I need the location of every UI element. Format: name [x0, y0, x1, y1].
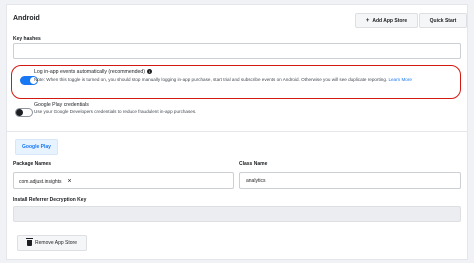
- info-icon[interactable]: i: [147, 69, 153, 75]
- class-name-label: Class Name: [239, 161, 268, 167]
- key-hashes-label: Key hashes: [13, 36, 41, 42]
- tab-google-play[interactable]: Google Play: [15, 139, 58, 155]
- trash-icon: [26, 238, 34, 246]
- quick-start-label: Quick Start: [429, 17, 457, 24]
- package-name-text: com.adjust.insights: [19, 178, 62, 185]
- remove-app-store-label: Remove App Store: [35, 240, 77, 246]
- key-hashes-input[interactable]: [13, 43, 461, 59]
- plus-icon: +: [365, 17, 370, 24]
- package-names-label: Package Names: [13, 161, 52, 167]
- decryption-key-label: Install Referrer Decryption Key: [13, 197, 87, 203]
- add-app-store-label: Add App Store: [372, 17, 408, 24]
- auto-log-events-title-text: Log in-app events automatically (recomme…: [34, 69, 146, 75]
- quick-start-button[interactable]: Quick Start: [419, 13, 467, 28]
- add-app-store-button[interactable]: + Add App Store: [355, 13, 418, 28]
- close-icon[interactable]: ×: [68, 178, 72, 185]
- auto-log-events-description: Note: When this toggle is turned on, you…: [34, 77, 458, 83]
- auto-log-events-title: Log in-app events automatically (recomme…: [34, 69, 153, 75]
- google-play-credentials-toggle[interactable]: [15, 108, 33, 117]
- panel-header: Android + Add App Store Quick Start: [7, 5, 467, 33]
- google-play-credentials-description: Use your Google Developers credentials t…: [34, 109, 197, 114]
- package-names-input[interactable]: com.adjust.insights ×: [13, 172, 234, 189]
- toggle-knob: [16, 109, 23, 116]
- class-name-value: analytics: [246, 178, 266, 184]
- android-settings-panel: Android + Add App Store Quick Start Key …: [6, 4, 468, 260]
- google-play-credentials-title: Google Play credentials: [34, 102, 89, 108]
- platform-title: Android: [13, 15, 40, 22]
- package-name-token: com.adjust.insights ×: [19, 177, 72, 186]
- decryption-key-input[interactable]: [13, 206, 461, 222]
- class-name-input[interactable]: analytics: [239, 172, 461, 189]
- auto-log-events-description-text: Note: When this toggle is turned on, you…: [34, 77, 388, 82]
- remove-app-store-button[interactable]: Remove App Store: [17, 235, 87, 251]
- learn-more-link[interactable]: Learn More: [388, 77, 412, 82]
- section-divider: [7, 131, 467, 132]
